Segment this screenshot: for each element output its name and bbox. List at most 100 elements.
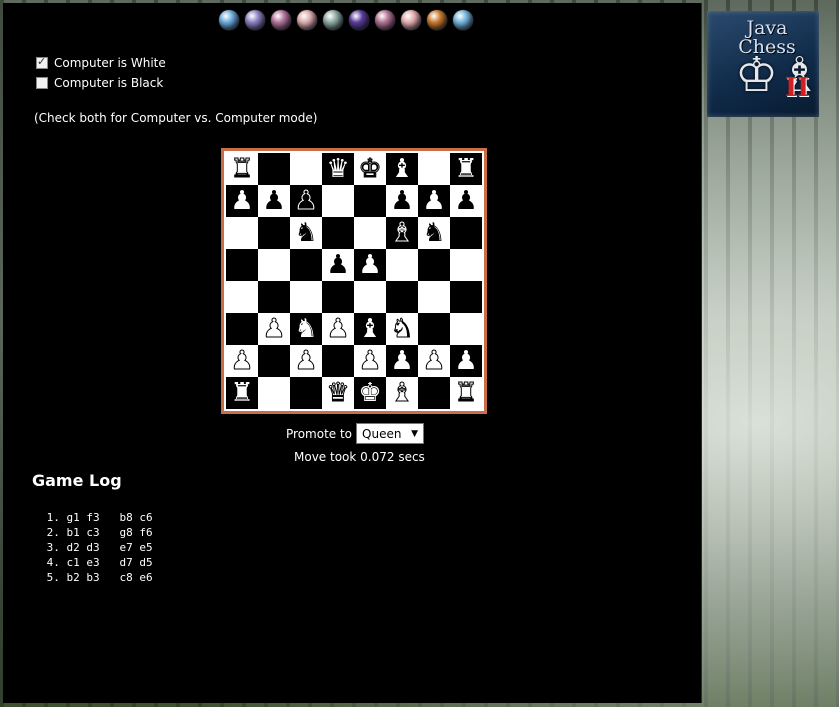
black-bishop-icon[interactable]: ♝ [390, 220, 414, 247]
white-queen-icon[interactable]: ♛ [326, 380, 350, 407]
square-g6[interactable]: ♞ [418, 217, 450, 249]
white-rook-icon[interactable]: ♜ [230, 156, 254, 183]
square-b7[interactable]: ♟ [258, 185, 290, 217]
white-king-icon[interactable]: ♚ [358, 380, 381, 406]
square-g3[interactable] [418, 313, 450, 345]
square-f8[interactable]: ♝ [386, 153, 418, 185]
white-knight-icon[interactable]: ♞ [294, 316, 317, 342]
square-a3[interactable] [226, 313, 258, 345]
square-c2[interactable]: ♟ [290, 345, 322, 377]
square-b5[interactable] [258, 249, 290, 281]
black-pawn-icon[interactable]: ♟ [294, 188, 318, 215]
square-d1[interactable]: ♛ [322, 377, 354, 409]
white-bishop-icon[interactable]: ♝ [390, 156, 413, 182]
square-e8[interactable]: ♚ [354, 153, 386, 185]
white-pawn-icon[interactable]: ♟ [294, 348, 318, 375]
square-b8[interactable] [258, 153, 290, 185]
square-f6[interactable]: ♝ [386, 217, 418, 249]
square-a1[interactable]: ♜ [226, 377, 258, 409]
square-b4[interactable] [258, 281, 290, 313]
square-b3[interactable]: ♟ [258, 313, 290, 345]
square-e6[interactable] [354, 217, 386, 249]
white-king-icon[interactable]: ♚ [358, 156, 382, 183]
square-h4[interactable] [450, 281, 482, 313]
square-f1[interactable]: ♝ [386, 377, 418, 409]
white-pawn-icon[interactable]: ♟ [454, 348, 477, 374]
black-pawn-icon[interactable]: ♟ [262, 188, 285, 214]
computer-black-checkbox[interactable] [36, 77, 48, 89]
square-c6[interactable]: ♞ [290, 217, 322, 249]
square-g1[interactable] [418, 377, 450, 409]
square-c3[interactable]: ♞ [290, 313, 322, 345]
square-d6[interactable] [322, 217, 354, 249]
white-rook-icon[interactable]: ♜ [230, 380, 253, 406]
square-e4[interactable] [354, 281, 386, 313]
square-h1[interactable]: ♜ [450, 377, 482, 409]
color-bead-9[interactable] [427, 10, 447, 30]
color-bead-1[interactable] [219, 10, 239, 30]
square-f4[interactable] [386, 281, 418, 313]
square-d4[interactable] [322, 281, 354, 313]
white-bishop-icon[interactable]: ♝ [390, 380, 414, 407]
square-d3[interactable]: ♟ [322, 313, 354, 345]
white-pawn-icon[interactable]: ♟ [358, 252, 381, 278]
square-b1[interactable] [258, 377, 290, 409]
square-e1[interactable]: ♚ [354, 377, 386, 409]
square-b6[interactable] [258, 217, 290, 249]
black-knight-icon[interactable]: ♞ [422, 220, 445, 246]
white-pawn-icon[interactable]: ♟ [422, 348, 446, 375]
white-pawn-icon[interactable]: ♟ [390, 348, 413, 374]
square-d5[interactable]: ♟ [322, 249, 354, 281]
white-pawn-icon[interactable]: ♟ [326, 316, 350, 343]
square-a6[interactable] [226, 217, 258, 249]
white-pawn-icon[interactable]: ♟ [358, 348, 382, 375]
square-f7[interactable]: ♟ [386, 185, 418, 217]
square-d7[interactable] [322, 185, 354, 217]
promote-select[interactable]: Queen ▼ [356, 423, 425, 444]
white-knight-icon[interactable]: ♞ [390, 316, 414, 343]
color-bead-8[interactable] [401, 10, 421, 30]
square-a8[interactable]: ♜ [226, 153, 258, 185]
computer-black-option[interactable]: Computer is Black [36, 76, 163, 90]
black-pawn-icon[interactable]: ♟ [390, 188, 413, 214]
square-b2[interactable] [258, 345, 290, 377]
square-e5[interactable]: ♟ [354, 249, 386, 281]
square-h7[interactable]: ♟ [450, 185, 482, 217]
square-a5[interactable] [226, 249, 258, 281]
square-g8[interactable] [418, 153, 450, 185]
square-d8[interactable]: ♛ [322, 153, 354, 185]
square-e7[interactable] [354, 185, 386, 217]
square-h3[interactable] [450, 313, 482, 345]
square-c5[interactable] [290, 249, 322, 281]
square-e3[interactable]: ♝ [354, 313, 386, 345]
chess-board[interactable]: ♜ ♛ ♚ ♝ ♜ ♟ ♟ ♟ ♟ ♟ ♟ ♞ ♝ ♞ ♟ ♟ ♟ ♞ ♟ ♝ ♞ ♟ ♟ ♟ ♟ ♟ ♟ ♜ ♛ ♚ ♝ ♜ [224, 151, 484, 411]
square-f3[interactable]: ♞ [386, 313, 418, 345]
square-g2[interactable]: ♟ [418, 345, 450, 377]
square-g7[interactable]: ♟ [418, 185, 450, 217]
square-h5[interactable] [450, 249, 482, 281]
square-c7[interactable]: ♟ [290, 185, 322, 217]
white-bishop-icon[interactable]: ♝ [358, 316, 381, 342]
square-g5[interactable] [418, 249, 450, 281]
black-pawn-icon[interactable]: ♟ [326, 252, 349, 278]
color-bead-5[interactable] [323, 10, 343, 30]
square-h6[interactable] [450, 217, 482, 249]
color-bead-7[interactable] [375, 10, 395, 30]
square-g4[interactable] [418, 281, 450, 313]
color-bead-6[interactable] [349, 10, 369, 30]
square-a7[interactable]: ♟ [226, 185, 258, 217]
square-f5[interactable] [386, 249, 418, 281]
black-pawn-icon[interactable]: ♟ [454, 188, 477, 214]
square-c8[interactable] [290, 153, 322, 185]
square-a4[interactable] [226, 281, 258, 313]
white-queen-icon[interactable]: ♛ [326, 156, 349, 182]
square-c1[interactable] [290, 377, 322, 409]
color-bead-2[interactable] [245, 10, 265, 30]
square-h2[interactable]: ♟ [450, 345, 482, 377]
square-c4[interactable] [290, 281, 322, 313]
white-pawn-icon[interactable]: ♟ [230, 188, 253, 214]
white-pawn-icon[interactable]: ♟ [262, 316, 286, 343]
square-h8[interactable]: ♜ [450, 153, 482, 185]
color-bead-3[interactable] [271, 10, 291, 30]
computer-white-checkbox[interactable] [36, 55, 48, 69]
